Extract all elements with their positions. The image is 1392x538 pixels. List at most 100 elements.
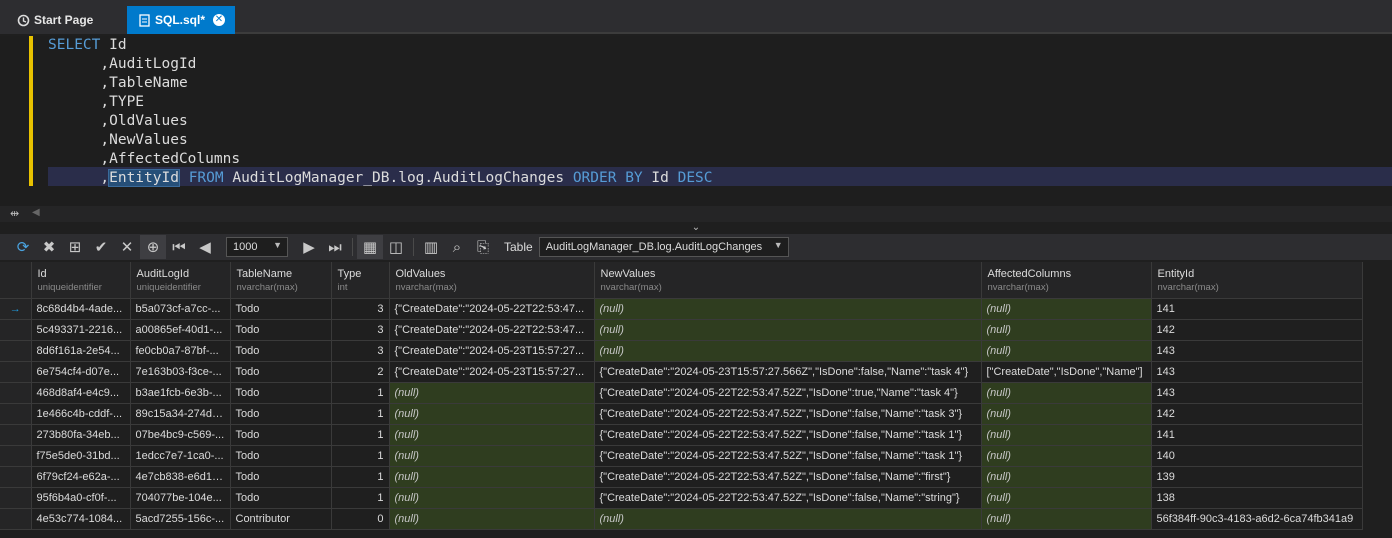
table-cell[interactable]: 3: [331, 319, 390, 341]
table-cell[interactable]: (null): [594, 319, 982, 341]
table-cell[interactable]: 468d8af4-e4c9...: [31, 382, 131, 404]
table-cell[interactable]: 4e7cb838-e6d1-...: [130, 466, 231, 488]
table-row[interactable]: 273b80fa-34eb... 07be4bc9-c569-... Todo 1 (n…: [0, 424, 1363, 446]
tab-start-page[interactable]: Start Page: [0, 6, 127, 34]
card-view-icon[interactable]: ◫: [383, 235, 409, 259]
export-icon[interactable]: ⎘: [470, 235, 496, 259]
table-row[interactable]: f75e5de0-31bd... 1edcc7e7-1ca0-... Todo 1 (n…: [0, 445, 1363, 467]
split-icon[interactable]: ⇹: [10, 207, 19, 220]
table-cell[interactable]: {"CreateDate":"2024-05-23T15:57:27.566Z"…: [594, 361, 982, 383]
table-cell[interactable]: {"CreateDate":"2024-05-22T22:53:47.52Z",…: [594, 487, 982, 509]
table-cell[interactable]: {"CreateDate":"2024-05-22T22:53:47.52Z",…: [594, 403, 982, 425]
table-cell[interactable]: 1: [331, 445, 390, 467]
table-cell[interactable]: 0: [331, 508, 390, 530]
table-cell[interactable]: 1: [331, 487, 390, 509]
table-cell[interactable]: Todo: [230, 424, 332, 446]
column-header[interactable]: Type int: [331, 262, 390, 299]
table-row[interactable]: → 8c68d4b4-4ade... b5a073cf-a7cc-... Todo 3{…: [0, 298, 1363, 320]
table-cell[interactable]: (null): [981, 403, 1152, 425]
sql-editor[interactable]: SELECT Id ,AuditLogId ,TableName ,TYPE ,…: [0, 36, 1392, 222]
table-row[interactable]: 95f6b4a0-cf0f-... 704077be-104e... Todo 1 (n…: [0, 487, 1363, 509]
table-cell[interactable]: 143: [1151, 382, 1363, 404]
table-cell[interactable]: b5a073cf-a7cc-...: [130, 298, 231, 320]
prev-page-icon[interactable]: ◀: [192, 235, 218, 259]
row-header[interactable]: [0, 340, 32, 362]
table-cell[interactable]: {"CreateDate":"2024-05-22T22:53:47.52Z",…: [594, 424, 982, 446]
apply-changes-icon[interactable]: ✔: [88, 235, 114, 259]
table-cell[interactable]: Todo: [230, 298, 332, 320]
table-cell[interactable]: (null): [981, 298, 1152, 320]
table-cell[interactable]: {"CreateDate":"2024-05-22T22:53:47.52Z",…: [594, 466, 982, 488]
table-cell[interactable]: {"CreateDate":"2024-05-22T22:53:47...: [389, 319, 595, 341]
table-cell[interactable]: 5c493371-2216...: [31, 319, 131, 341]
table-cell[interactable]: 56f384ff-90c3-4183-a6d2-6ca74fb341a9: [1151, 508, 1363, 530]
table-cell[interactable]: {"CreateDate":"2024-05-22T22:53:47...: [389, 298, 595, 320]
table-cell[interactable]: (null): [981, 445, 1152, 467]
table-cell[interactable]: 2: [331, 361, 390, 383]
table-cell[interactable]: 7e163b03-f3ce-...: [130, 361, 231, 383]
column-header[interactable]: EntityId nvarchar(max): [1151, 262, 1363, 299]
table-cell[interactable]: 138: [1151, 487, 1363, 509]
table-cell[interactable]: (null): [594, 508, 982, 530]
table-cell[interactable]: (null): [389, 403, 595, 425]
table-cell[interactable]: (null): [981, 319, 1152, 341]
columns-icon[interactable]: ▥: [418, 235, 444, 259]
row-header[interactable]: [0, 319, 32, 341]
table-select[interactable]: AuditLogManager_DB.log.AuditLogChanges ▼: [538, 237, 789, 257]
table-cell[interactable]: (null): [389, 382, 595, 404]
table-cell[interactable]: (null): [389, 487, 595, 509]
table-cell[interactable]: Todo: [230, 361, 332, 383]
table-cell[interactable]: 1e466c4b-cddf-...: [31, 403, 131, 425]
table-cell[interactable]: Todo: [230, 319, 332, 341]
table-cell[interactable]: 1: [331, 382, 390, 404]
row-header[interactable]: [0, 382, 32, 404]
table-row[interactable]: 1e466c4b-cddf-... 89c15a34-274d-... Todo 1(…: [0, 403, 1363, 425]
table-cell[interactable]: 07be4bc9-c569-...: [130, 424, 231, 446]
editor-horizontal-scrollbar[interactable]: ⇹ ◀: [0, 206, 1392, 222]
table-cell[interactable]: 6e754cf4-d07e...: [31, 361, 131, 383]
table-cell[interactable]: 1: [331, 466, 390, 488]
row-header[interactable]: [0, 424, 32, 446]
row-header[interactable]: [0, 445, 32, 467]
discard-changes-icon[interactable]: ✕: [114, 235, 140, 259]
scroll-left-icon[interactable]: ◀: [32, 207, 40, 218]
table-cell[interactable]: (null): [389, 508, 595, 530]
table-row[interactable]: 5c493371-2216... a00865ef-40d1-... Todo 3 {"…: [0, 319, 1363, 341]
table-cell[interactable]: 1: [331, 424, 390, 446]
grid-move-icon[interactable]: ⊕: [140, 235, 166, 259]
row-header[interactable]: [0, 487, 32, 509]
close-icon[interactable]: ✕: [213, 14, 225, 26]
row-header[interactable]: [0, 466, 32, 488]
table-cell[interactable]: Todo: [230, 382, 332, 404]
table-row[interactable]: 4e53c774-1084... 5acd7255-156c-... Contrib…: [0, 508, 1363, 530]
table-cell[interactable]: (null): [594, 298, 982, 320]
row-header[interactable]: [0, 403, 32, 425]
table-cell[interactable]: 143: [1151, 361, 1363, 383]
table-cell[interactable]: 704077be-104e...: [130, 487, 231, 509]
insert-record-icon[interactable]: ⊞: [62, 235, 88, 259]
table-cell[interactable]: 89c15a34-274d-...: [130, 403, 231, 425]
table-row[interactable]: 8d6f161a-2e54... fe0cb0a7-87bf-... Todo 3 {"…: [0, 340, 1363, 362]
table-cell[interactable]: 8c68d4b4-4ade...: [31, 298, 131, 320]
table-cell[interactable]: 143: [1151, 340, 1363, 362]
table-cell[interactable]: 5acd7255-156c-...: [130, 508, 231, 530]
table-cell[interactable]: Todo: [230, 445, 332, 467]
column-header[interactable]: OldValues nvarchar(max): [389, 262, 595, 299]
table-cell[interactable]: Todo: [230, 340, 332, 362]
table-cell[interactable]: (null): [981, 508, 1152, 530]
table-cell[interactable]: Todo: [230, 403, 332, 425]
table-cell[interactable]: 140: [1151, 445, 1363, 467]
table-cell[interactable]: f75e5de0-31bd...: [31, 445, 131, 467]
table-cell[interactable]: (null): [594, 340, 982, 362]
table-cell[interactable]: Todo: [230, 466, 332, 488]
table-row[interactable]: 6f79cf24-e62a-... 4e7cb838-e6d1-... Todo 1(…: [0, 466, 1363, 488]
table-cell[interactable]: 8d6f161a-2e54...: [31, 340, 131, 362]
column-header[interactable]: AuditLogId uniqueidentifier: [130, 262, 231, 299]
table-row[interactable]: 468d8af4-e4c9... b3ae1fcb-6e3b-... Todo 1 (n…: [0, 382, 1363, 404]
table-cell[interactable]: {"CreateDate":"2024-05-23T15:57:27...: [389, 340, 595, 362]
table-cell[interactable]: 1: [331, 403, 390, 425]
table-cell[interactable]: 273b80fa-34eb...: [31, 424, 131, 446]
row-limit-select[interactable]: 1000 ▼: [226, 237, 288, 257]
chevron-down-icon[interactable]: ⌄: [692, 222, 700, 233]
table-cell[interactable]: {"CreateDate":"2024-05-23T15:57:27...: [389, 361, 595, 383]
